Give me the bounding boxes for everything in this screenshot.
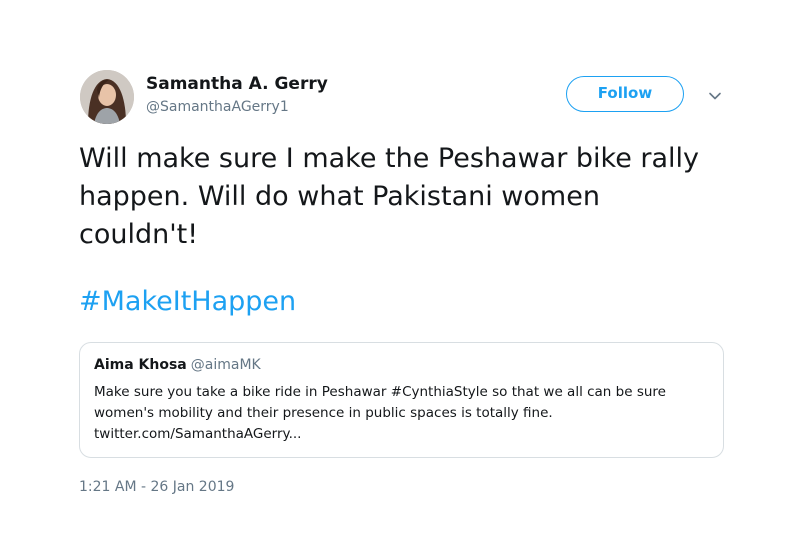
quoted-author-handle: @aimaMK: [190, 357, 261, 373]
author-display-name[interactable]: Samantha A. Gerry: [146, 74, 328, 94]
tweet-text: Will make sure I make the Peshawar bike …: [79, 140, 739, 254]
quoted-text-line: women's mobility and their presence in p…: [94, 405, 553, 421]
quoted-text-link: twitter.com/SamanthaAGerry...: [94, 426, 302, 442]
quoted-text-line: Make sure you take a bike ride in Peshaw…: [94, 384, 666, 400]
avatar-photo: [80, 70, 134, 124]
quoted-tweet[interactable]: Aima Khosa @aimaMK Make sure you take a b…: [79, 342, 724, 458]
avatar[interactable]: [80, 70, 134, 124]
quoted-author-name: Aima Khosa: [94, 357, 187, 373]
chevron-down-icon[interactable]: [708, 88, 722, 102]
tweet-timestamp[interactable]: 1:21 AM - 26 Jan 2019: [79, 479, 234, 495]
tweet-card: Samantha A. Gerry @SamanthaAGerry1 Follo…: [0, 0, 800, 536]
author-handle[interactable]: @SamanthaAGerry1: [146, 99, 289, 115]
tweet-text-line: happen. Will do what Pakistani women: [79, 181, 600, 212]
tweet-text-line: Will make sure I make the Peshawar bike …: [79, 143, 700, 174]
hashtag-link[interactable]: #MakeItHappen: [79, 283, 296, 321]
quoted-tweet-text: Make sure you take a bike ride in Peshaw…: [94, 382, 714, 445]
follow-button[interactable]: Follow: [566, 76, 684, 112]
tweet-text-line: couldn't!: [79, 219, 199, 250]
quoted-tweet-header: Aima Khosa @aimaMK: [94, 357, 261, 373]
